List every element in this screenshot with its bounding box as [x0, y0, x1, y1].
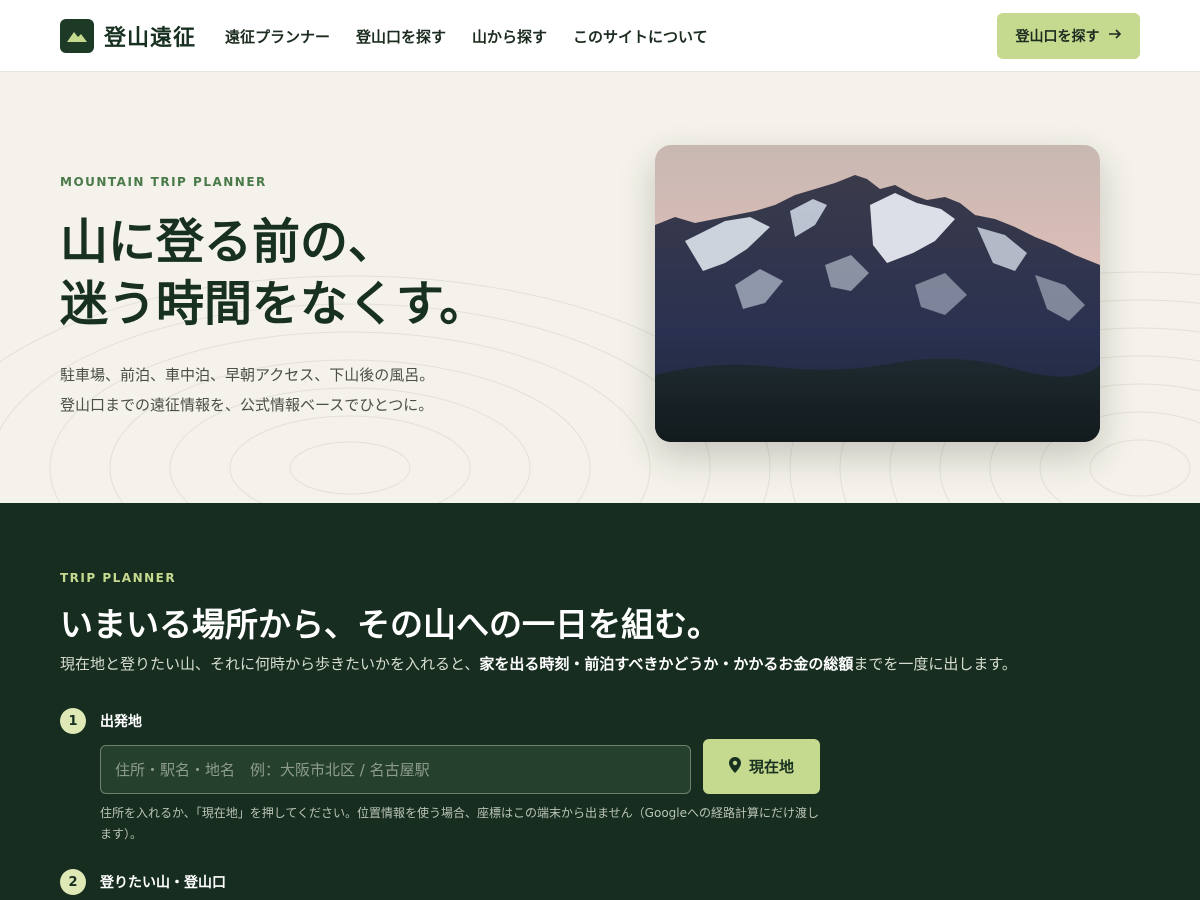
nav-link-find-by-mountain[interactable]: 山から探す — [472, 26, 547, 47]
main-nav: 遠征プランナー 登山口を探す 山から探す このサイトについて — [225, 26, 708, 47]
planner-description: 現在地と登りたい山、それに何時から歩きたいかを入れると、家を出る時刻・前泊すべき… — [60, 653, 1017, 674]
hero-eyebrow: MOUNTAIN TRIP PLANNER — [60, 175, 267, 189]
planner-description-end: までを一度に出します。 — [853, 655, 1017, 673]
hero-section: MOUNTAIN TRIP PLANNER 山に登る前の、 迷う時間をなくす。 … — [0, 73, 1200, 503]
nav-link-about[interactable]: このサイトについて — [573, 26, 708, 47]
location-pin-icon — [728, 756, 741, 777]
arrow-right-icon — [1108, 28, 1122, 44]
current-location-label: 現在地 — [748, 758, 794, 776]
step-2-label: 登りたい山・登山口 — [100, 875, 226, 891]
step-2-number: 2 — [60, 869, 86, 895]
mountain-icon[interactable] — [60, 19, 94, 53]
hero-subtitle: 駐車場、前泊、車中泊、早朝アクセス、下山後の風呂。 登山口までの遠征情報を、公式… — [60, 360, 434, 420]
cta-label: 登山口を探す — [1015, 29, 1100, 45]
origin-hint: 住所を入れるか、「現在地」を押してください。位置情報を使う場合、座標はこの端末か… — [100, 806, 820, 841]
snow-capped-mountain-photo — [655, 145, 1100, 442]
hero-subtitle-line-1: 駐車場、前泊、車中泊、早朝アクセス、下山後の風呂。 — [60, 366, 435, 384]
nav-link-trip-planner[interactable]: 遠征プランナー — [225, 26, 330, 47]
site-header: 登山遠征 遠征プランナー 登山口を探す 山から探す このサイトについて 登山口を… — [0, 0, 1200, 72]
planner-title: いまいる場所から、その山への一日を組む。 — [60, 605, 720, 644]
find-trailhead-button[interactable]: 登山口を探す — [997, 13, 1140, 59]
planner-description-emphasis: 家を出る時刻・前泊すべきかどうか・かかるお金の総額 — [479, 655, 854, 673]
hero-title-line-1: 山に登る前の、 — [60, 214, 397, 270]
step-1-label: 出発地 — [100, 714, 142, 730]
current-location-button[interactable]: 現在地 — [703, 739, 820, 794]
nav-link-find-trailhead[interactable]: 登山口を探す — [356, 26, 446, 47]
step-1-number: 1 — [60, 708, 86, 734]
hero-title: 山に登る前の、 迷う時間をなくす。 — [60, 211, 487, 335]
planner-eyebrow: TRIP PLANNER — [60, 571, 177, 585]
hero-title-line-2: 迷う時間をなくす。 — [60, 276, 488, 332]
site-logo-text[interactable]: 登山遠征 — [104, 20, 196, 52]
hero-subtitle-line-2: 登山口までの遠征情報を、公式情報ベースでひとつに。 — [60, 396, 434, 414]
planner-description-start: 現在地と登りたい山、それに何時から歩きたいかを入れると、 — [60, 655, 480, 673]
trip-planner-section: TRIP PLANNER いまいる場所から、その山への一日を組む。 現在地と登り… — [0, 503, 1200, 900]
origin-input[interactable] — [100, 745, 691, 794]
